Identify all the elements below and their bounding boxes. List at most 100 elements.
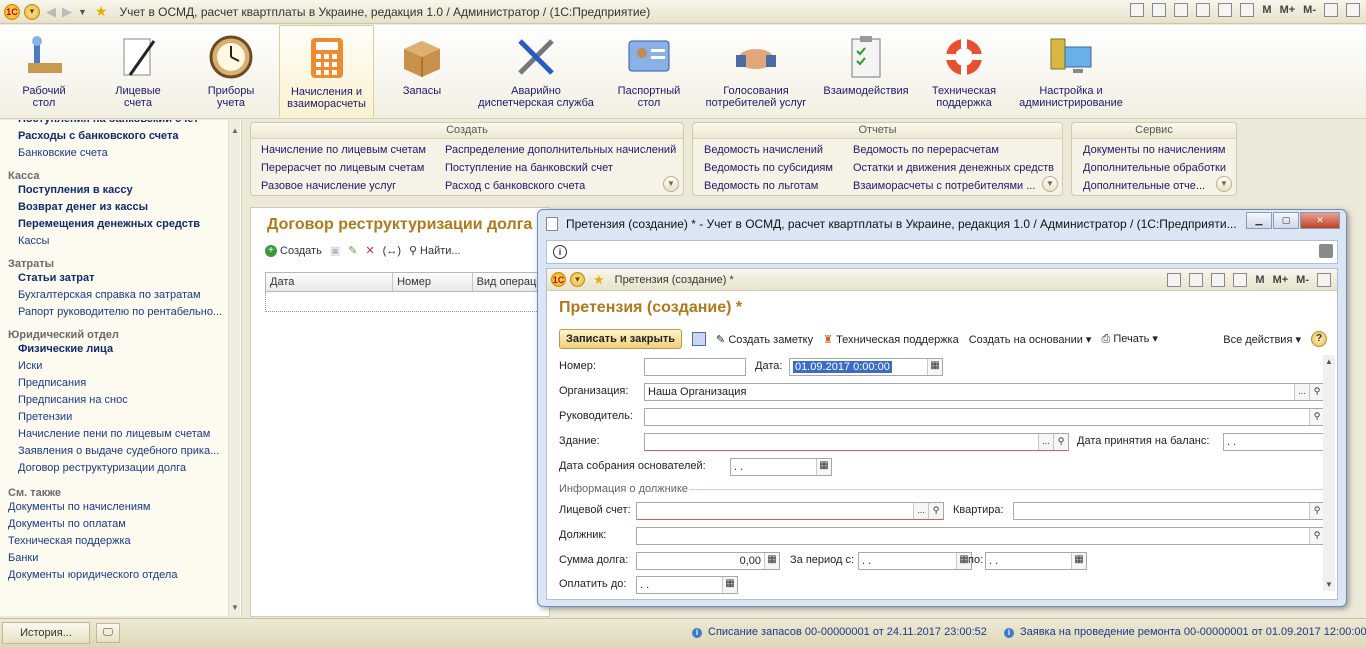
list-find-button[interactable]: ⚲ Найти... (409, 244, 461, 258)
col-date[interactable]: Дата (266, 273, 394, 291)
nav-see-also-legal-docs[interactable]: Документы юридического отдела (0, 567, 241, 584)
nav-cost-items[interactable]: Статьи затрат (0, 270, 241, 287)
report-recalculations[interactable]: Ведомость по перерасчетам (853, 141, 1054, 159)
save-layout-icon[interactable] (1130, 3, 1145, 17)
memory-m-button[interactable]: M (1262, 4, 1271, 16)
nav-individuals[interactable]: Физические лица (0, 341, 241, 358)
section-admin[interactable]: Настройка и администрирование (1014, 25, 1128, 117)
info-icon[interactable]: i (553, 245, 567, 259)
account-field[interactable]: ... ⚲ (636, 502, 944, 520)
scroll-down-icon[interactable]: ▼ (1325, 580, 1333, 589)
history-dropdown-icon[interactable]: ▼ (78, 7, 87, 17)
translate-icon[interactable] (1319, 244, 1333, 258)
calendar-icon[interactable] (1240, 3, 1255, 17)
founders-date-field[interactable]: . . ▦ (730, 458, 832, 476)
memory-mminus-button[interactable]: M- (1303, 4, 1316, 16)
window-menu-icon[interactable] (1317, 272, 1331, 287)
report-consumer-settlements[interactable]: Взаиморасчеты с потребителями ... (853, 177, 1054, 195)
search-icon[interactable]: ⚲ (1309, 528, 1324, 544)
search-icon[interactable]: ⚲ (1309, 503, 1324, 519)
period-to-field[interactable]: . . ▦ (985, 552, 1087, 570)
head-field[interactable]: ⚲ (644, 408, 1325, 426)
list-table-body[interactable] (265, 292, 555, 312)
window-menu-icon[interactable] (1346, 3, 1360, 17)
service-extra-processing[interactable]: Дополнительные обработки (1083, 159, 1226, 177)
history-icon[interactable] (1189, 272, 1204, 287)
navigation-scrollbar[interactable]: ▲ ▼ (228, 120, 240, 616)
period-from-field[interactable]: . . ▦ (858, 552, 972, 570)
cmd-recalc-accounts[interactable]: Перерасчет по лицевым счетам (261, 159, 426, 177)
calendar-icon[interactable]: ▦ (1071, 553, 1086, 569)
section-accruals[interactable]: Начисления и взаиморасчеты (279, 25, 374, 117)
service-accrual-docs[interactable]: Документы по начислениям (1083, 141, 1226, 159)
section-accounts[interactable]: Лицевые счета (100, 25, 176, 117)
nav-see-also-banks[interactable]: Банки (0, 550, 241, 567)
scroll-up-icon[interactable]: ▲ (1325, 357, 1333, 366)
calculator-icon[interactable]: ▦ (764, 553, 779, 569)
cmd-bank-receipt[interactable]: Поступление на банковский счет (445, 159, 676, 177)
nav-claims[interactable]: Претензии (0, 409, 241, 426)
history-button[interactable]: История... (2, 622, 90, 644)
section-meters[interactable]: Приборы учета (192, 25, 270, 117)
service-extra-reports[interactable]: Дополнительные отче... (1083, 177, 1226, 195)
nav-cash-receipts[interactable]: Поступления в кассу (0, 182, 241, 199)
nav-bank-expenses[interactable]: Расходы с банковского счета (0, 128, 241, 145)
section-desktop[interactable]: Рабочий стол (8, 25, 80, 117)
calendar-icon[interactable]: ▦ (927, 359, 942, 375)
create-note-button[interactable]: ✎ Создать заметку (716, 333, 813, 346)
memory-m-button[interactable]: M (1255, 274, 1264, 286)
form-menu-dropdown-icon[interactable]: ▼ (570, 272, 585, 287)
section-interactions[interactable]: Взаимодействия (820, 25, 912, 117)
select-ellipsis-icon[interactable]: ... (913, 503, 928, 519)
nav-see-also-payment-docs[interactable]: Документы по оплатам (0, 516, 241, 533)
calendar-icon[interactable]: ▦ (722, 577, 737, 593)
select-ellipsis-icon[interactable]: ... (1038, 434, 1053, 450)
nav-orders[interactable]: Предписания (0, 375, 241, 392)
report-accruals[interactable]: Ведомость начислений (704, 141, 833, 159)
calendar-icon[interactable] (1233, 272, 1248, 287)
cmd-bank-expense[interactable]: Расход с банковского счета (445, 177, 676, 195)
monitor-icon[interactable]: 🖵 (96, 623, 120, 643)
status-message-2[interactable]: i Заявка на проведение ремонта 00-0000000… (1004, 626, 1366, 638)
section-support[interactable]: Техническая поддержка (924, 25, 1004, 117)
cmd-extra-accrual-distribution[interactable]: Распределение дополнительных начислений (445, 141, 676, 159)
report-benefits[interactable]: Ведомость по льготам (704, 177, 833, 195)
pay-until-field[interactable]: . . ▦ (636, 576, 738, 594)
delete-icon[interactable]: ✕ (365, 244, 374, 257)
arrows-icon[interactable]: (↔) (383, 245, 401, 257)
minimize-button[interactable]: ▁ (1246, 212, 1272, 229)
history-icon[interactable] (1196, 3, 1211, 17)
debt-amount-field[interactable]: 0,00 ▦ (636, 552, 780, 570)
scroll-down-icon[interactable]: ▼ (231, 603, 239, 612)
tech-support-button[interactable]: ♜ Техническая поддержка (823, 333, 959, 346)
balance-date-field[interactable]: . . (1223, 433, 1325, 451)
main-menu-dropdown-icon[interactable]: ▼ (24, 3, 40, 20)
debtor-field[interactable]: ⚲ (636, 527, 1325, 545)
nav-cash-refund[interactable]: Возврат денег из кассы (0, 199, 241, 216)
col-number[interactable]: Номер (393, 273, 473, 291)
save-icon[interactable] (692, 332, 707, 346)
building-field[interactable]: ... ⚲ (644, 433, 1069, 451)
scroll-up-icon[interactable]: ▲ (231, 126, 239, 135)
report-cash-balances[interactable]: Остатки и движения денежных средств (853, 159, 1054, 177)
add-favorite-icon[interactable] (1167, 272, 1182, 287)
cmd-one-time-accrual[interactable]: Разовое начисление услуг (261, 177, 426, 195)
section-emergency[interactable]: Аварийно диспетчерская служба (476, 25, 596, 117)
nav-bank-receipts[interactable]: Поступления на банковский счет (0, 120, 241, 128)
search-icon[interactable]: ⚲ (1309, 409, 1324, 425)
memory-mminus-button[interactable]: M- (1296, 274, 1309, 286)
edit-icon[interactable]: ✎ (348, 244, 357, 257)
expand-service-icon[interactable]: ▼ (1216, 176, 1232, 192)
date-field[interactable]: 01.09.2017 0:00:00 ▦ (789, 358, 943, 376)
all-actions-button[interactable]: Все действия ▾ (1223, 333, 1301, 346)
1c-logo-icon[interactable]: 1С (551, 272, 566, 287)
maximize-button[interactable]: ▢ (1273, 212, 1299, 229)
1c-logo-icon[interactable]: 1С (4, 3, 20, 20)
nav-see-also-support[interactable]: Техническая поддержка (0, 533, 241, 550)
number-field[interactable] (644, 358, 746, 376)
forward-arrow-icon[interactable]: ▶ (62, 4, 72, 20)
section-passport[interactable]: Паспортный стол (612, 25, 686, 117)
search-icon[interactable]: ⚲ (928, 503, 943, 519)
nav-money-transfers[interactable]: Перемещения денежных средств (0, 216, 241, 233)
nav-profitability-report[interactable]: Рапорт руководителю по рентабельно... (0, 304, 241, 321)
